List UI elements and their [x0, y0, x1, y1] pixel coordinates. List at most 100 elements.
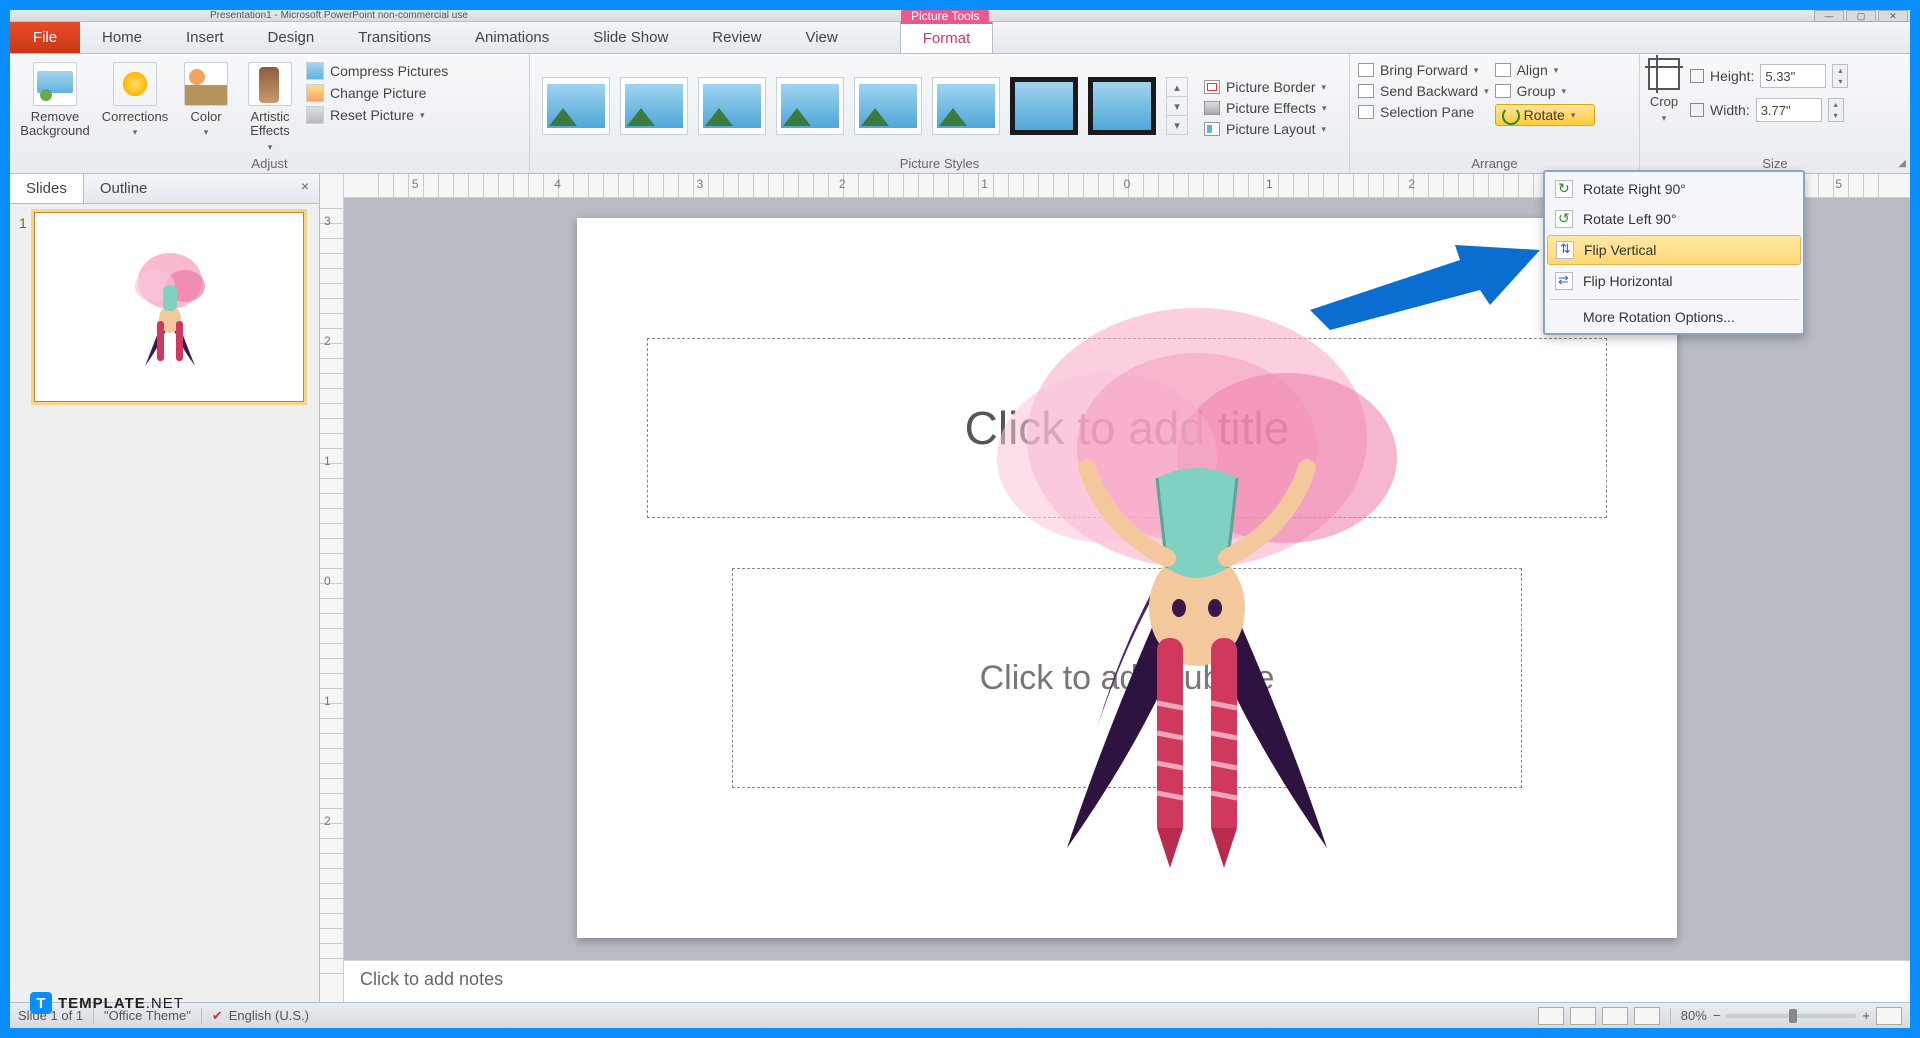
template-logo-icon: T [30, 992, 52, 1014]
bring-forward-icon [1358, 63, 1374, 77]
ribbon: Remove Background Corrections▾ Color▾ Ar… [10, 54, 1910, 174]
style-thumb[interactable] [932, 77, 1000, 135]
compress-icon [306, 62, 324, 80]
ribbon-expand-icon[interactable]: ◢ [1898, 158, 1906, 169]
rotate-icon [1502, 107, 1518, 123]
style-thumb[interactable] [698, 77, 766, 135]
zoom-slider[interactable] [1726, 1014, 1856, 1018]
crop-icon [1648, 58, 1680, 90]
selected-picture[interactable] [957, 268, 1437, 908]
tab-review[interactable]: Review [690, 22, 783, 53]
ribbon-tabs: File Home Insert Design Transitions Anim… [10, 22, 1910, 54]
remove-background-button[interactable]: Remove Background [18, 58, 92, 139]
height-input[interactable]: 5.33" [1760, 64, 1826, 88]
annotation-arrow [1310, 240, 1540, 335]
flip-vertical-icon [1556, 241, 1574, 259]
group-icon [1495, 84, 1511, 98]
align-icon [1495, 63, 1511, 77]
window-controls: — ▢ ✕ [1814, 10, 1908, 22]
slide-thumbnail-1[interactable]: 1 [34, 212, 304, 402]
height-spinner[interactable]: ▴▾ [1832, 64, 1848, 88]
template-watermark: T TEMPLATE.NET [30, 992, 184, 1014]
zoom-out-button[interactable]: − [1713, 1008, 1721, 1023]
selection-pane-button[interactable]: Selection Pane [1358, 104, 1489, 120]
fit-to-window-button[interactable] [1876, 1007, 1902, 1025]
group-button[interactable]: Group ▾ [1495, 83, 1595, 99]
notes-pane[interactable]: Click to add notes [344, 960, 1910, 1002]
crop-button[interactable]: Crop▾ [1648, 58, 1680, 124]
title-bar: Presentation1 - Microsoft PowerPoint non… [10, 10, 1910, 22]
effects-icon [1204, 101, 1220, 115]
compress-pictures-button[interactable]: Compress Pictures [306, 62, 448, 80]
width-icon [1690, 103, 1704, 117]
picture-layout-button[interactable]: Picture Layout ▾ [1204, 121, 1327, 137]
rotate-left-90-item[interactable]: Rotate Left 90° [1545, 204, 1803, 234]
minimize-button[interactable]: — [1814, 10, 1844, 22]
style-thumb[interactable] [1088, 77, 1156, 135]
view-normal-button[interactable] [1538, 1007, 1564, 1025]
app-title: Presentation1 - Microsoft PowerPoint non… [210, 10, 468, 21]
rotate-right-icon [1555, 180, 1573, 198]
height-label: Height: [1710, 68, 1754, 84]
status-bar: Slide 1 of 1 "Office Theme" ✔ English (U… [10, 1002, 1910, 1028]
menu-separator [1549, 299, 1799, 300]
flip-vertical-item[interactable]: Flip Vertical [1547, 235, 1801, 265]
slide-number: 1 [19, 215, 27, 231]
style-thumb[interactable] [776, 77, 844, 135]
tab-view[interactable]: View [783, 22, 859, 53]
group-label-arrange: Arrange [1358, 154, 1631, 171]
maximize-button[interactable]: ▢ [1846, 10, 1876, 22]
tab-format[interactable]: Format [900, 22, 994, 53]
bring-forward-button[interactable]: Bring Forward ▾ [1358, 62, 1489, 78]
send-backward-button[interactable]: Send Backward ▾ [1358, 83, 1489, 99]
tab-transitions[interactable]: Transitions [336, 22, 453, 53]
width-spinner[interactable]: ▴▾ [1828, 98, 1844, 122]
tab-slides[interactable]: Slides [10, 174, 84, 203]
more-rotation-options-item[interactable]: More Rotation Options... [1545, 303, 1803, 331]
height-icon [1690, 69, 1704, 83]
zoom-value[interactable]: 80% [1681, 1008, 1707, 1023]
reset-picture-button[interactable]: Reset Picture ▾ [306, 106, 448, 124]
align-button[interactable]: Align ▾ [1495, 62, 1595, 78]
close-button[interactable]: ✕ [1878, 10, 1908, 22]
corrections-button[interactable]: Corrections▾ [98, 58, 172, 138]
tab-insert[interactable]: Insert [164, 22, 246, 53]
color-icon [184, 62, 228, 106]
rotate-left-icon [1555, 210, 1573, 228]
style-thumb[interactable] [854, 77, 922, 135]
picture-effects-button[interactable]: Picture Effects ▾ [1204, 100, 1327, 116]
flip-horizontal-item[interactable]: Flip Horizontal [1545, 266, 1803, 296]
picture-border-button[interactable]: Picture Border ▾ [1204, 79, 1327, 95]
zoom-in-button[interactable]: + [1862, 1008, 1870, 1023]
style-thumb[interactable] [542, 77, 610, 135]
selection-pane-icon [1358, 105, 1374, 119]
width-input[interactable]: 3.77" [1756, 98, 1822, 122]
picture-styles-gallery[interactable]: ▴▾▾ [538, 71, 1192, 141]
tab-animations[interactable]: Animations [453, 22, 571, 53]
brush-icon [248, 62, 292, 106]
view-slideshow-button[interactable] [1634, 1007, 1660, 1025]
color-button[interactable]: Color▾ [178, 58, 234, 138]
send-backward-icon [1358, 84, 1374, 98]
tab-outline[interactable]: Outline [84, 174, 164, 203]
group-label-size: Size [1648, 154, 1902, 171]
rotate-right-90-item[interactable]: Rotate Right 90° [1545, 174, 1803, 204]
view-reading-button[interactable] [1602, 1007, 1628, 1025]
view-sorter-button[interactable] [1570, 1007, 1596, 1025]
tab-slideshow[interactable]: Slide Show [571, 22, 690, 53]
slides-panel: Slides Outline × 1 [10, 174, 320, 1002]
artistic-effects-button[interactable]: Artistic Effects▾ [240, 58, 300, 152]
status-language[interactable]: English (U.S.) [229, 1008, 309, 1023]
tab-home[interactable]: Home [80, 22, 164, 53]
rotate-button[interactable]: Rotate ▾ [1495, 104, 1595, 126]
change-picture-button[interactable]: Change Picture [306, 84, 448, 102]
picture-tools-contextual-tab[interactable]: Picture Tools [901, 10, 989, 22]
style-thumb[interactable] [1010, 77, 1078, 135]
tab-design[interactable]: Design [246, 22, 337, 53]
tab-file[interactable]: File [10, 22, 80, 53]
style-thumb[interactable] [620, 77, 688, 135]
group-label-adjust: Adjust [18, 154, 521, 171]
panel-close-button[interactable]: × [291, 174, 319, 203]
gallery-more-button[interactable]: ▴▾▾ [1166, 77, 1188, 135]
remove-background-icon [33, 62, 77, 106]
